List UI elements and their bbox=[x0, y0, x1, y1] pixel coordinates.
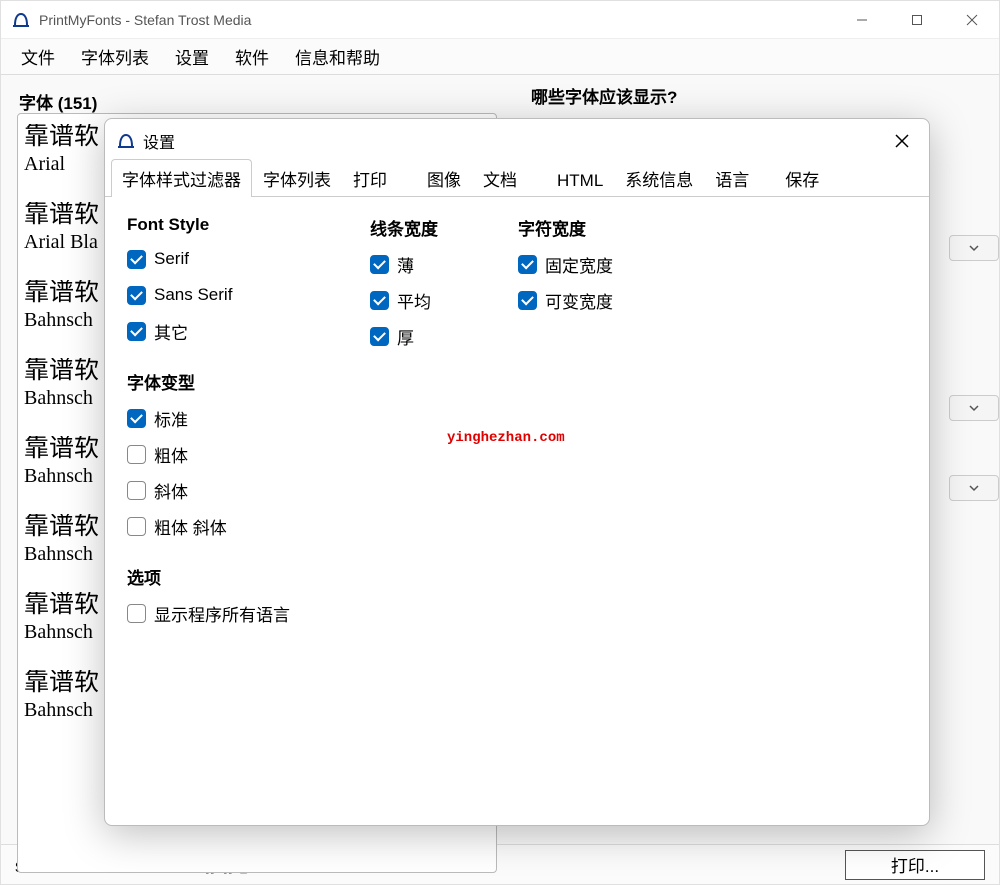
app-icon bbox=[11, 10, 31, 30]
menu-help[interactable]: 信息和帮助 bbox=[283, 38, 392, 75]
tabstrip: 字体样式过滤器 字体列表 打印 图像 文档 HTML 系统信息 语言 保存 bbox=[105, 163, 929, 197]
column-font-style: Font Style Serif Sans Serif 其它 字体变型 标准 粗… bbox=[127, 215, 290, 807]
fonts-header: 字体 (151) bbox=[19, 89, 981, 114]
checkbox-icon bbox=[518, 291, 537, 310]
close-icon bbox=[895, 134, 909, 148]
checkbox-thick[interactable]: 厚 bbox=[370, 320, 438, 352]
watermark: yinghezhan.com bbox=[447, 430, 565, 446]
column-char-width: 字符宽度 固定宽度 可变宽度 bbox=[518, 215, 613, 807]
checkbox-icon bbox=[127, 409, 146, 428]
checkbox-label: 其它 bbox=[154, 319, 188, 344]
column-line-width: 线条宽度 薄 平均 厚 bbox=[370, 215, 438, 807]
menu-software[interactable]: 软件 bbox=[223, 38, 281, 75]
titlebar: PrintMyFonts - Stefan Trost Media bbox=[1, 1, 999, 39]
close-button[interactable] bbox=[944, 1, 999, 39]
window-title: PrintMyFonts - Stefan Trost Media bbox=[39, 12, 251, 28]
dialog-titlebar: 设置 bbox=[105, 119, 929, 163]
menu-fontlist[interactable]: 字体列表 bbox=[69, 38, 161, 75]
checkbox-label: 可变宽度 bbox=[545, 288, 613, 313]
checkbox-fixed-width[interactable]: 固定宽度 bbox=[518, 248, 613, 280]
tab-system-info[interactable]: 系统信息 bbox=[614, 159, 704, 197]
tab-save[interactable]: 保存 bbox=[774, 159, 830, 197]
checkbox-label: 粗体 斜体 bbox=[154, 514, 227, 539]
chevron-down-icon bbox=[968, 242, 980, 254]
checkbox-icon bbox=[127, 481, 146, 500]
checkbox-label: 固定宽度 bbox=[545, 252, 613, 277]
group-title-variant: 字体变型 bbox=[127, 369, 290, 394]
checkbox-label: 粗体 bbox=[154, 442, 188, 467]
tab-font-style-filter[interactable]: 字体样式过滤器 bbox=[111, 159, 252, 197]
checkbox-label: 厚 bbox=[397, 324, 414, 349]
checkbox-label: Sans Serif bbox=[154, 285, 232, 305]
print-button[interactable]: 打印... bbox=[845, 850, 985, 880]
checkbox-icon bbox=[518, 255, 537, 274]
checkbox-standard[interactable]: 标准 bbox=[127, 402, 290, 434]
checkbox-icon bbox=[127, 445, 146, 464]
checkbox-average[interactable]: 平均 bbox=[370, 284, 438, 316]
minimize-button[interactable] bbox=[834, 1, 889, 39]
checkbox-variable-width[interactable]: 可变宽度 bbox=[518, 284, 613, 316]
dropdown-toggle[interactable] bbox=[949, 475, 999, 501]
checkbox-serif[interactable]: Serif bbox=[127, 243, 290, 275]
checkbox-icon bbox=[127, 604, 146, 623]
group-title-line-width: 线条宽度 bbox=[370, 215, 438, 240]
display-header: 哪些字体应该显示? bbox=[531, 83, 677, 108]
checkbox-show-all-languages[interactable]: 显示程序所有语言 bbox=[127, 597, 290, 629]
tab-font-list[interactable]: 字体列表 bbox=[252, 159, 342, 197]
dropdown-toggle[interactable] bbox=[949, 235, 999, 261]
checkbox-label: 斜体 bbox=[154, 478, 188, 503]
checkbox-icon bbox=[127, 250, 146, 269]
checkbox-icon bbox=[370, 291, 389, 310]
chevron-down-icon bbox=[968, 402, 980, 414]
checkbox-sans-serif[interactable]: Sans Serif bbox=[127, 279, 290, 311]
checkbox-icon bbox=[127, 322, 146, 341]
group-title-char-width: 字符宽度 bbox=[518, 215, 613, 240]
dialog-body: Font Style Serif Sans Serif 其它 字体变型 标准 粗… bbox=[105, 197, 929, 825]
checkbox-thin[interactable]: 薄 bbox=[370, 248, 438, 280]
tab-language[interactable]: 语言 bbox=[704, 159, 760, 197]
checkbox-label: 薄 bbox=[397, 252, 414, 277]
checkbox-icon bbox=[370, 255, 389, 274]
checkbox-bold[interactable]: 粗体 bbox=[127, 438, 290, 470]
checkbox-label: 平均 bbox=[397, 288, 431, 313]
chevron-down-icon bbox=[968, 482, 980, 494]
settings-dialog: 设置 字体样式过滤器 字体列表 打印 图像 文档 HTML 系统信息 语言 保存… bbox=[104, 118, 930, 826]
menubar: 文件 字体列表 设置 软件 信息和帮助 bbox=[1, 39, 999, 75]
tab-print[interactable]: 打印 bbox=[342, 159, 398, 197]
menu-settings[interactable]: 设置 bbox=[163, 38, 221, 75]
checkbox-icon bbox=[127, 517, 146, 536]
maximize-button[interactable] bbox=[889, 1, 944, 39]
tab-html[interactable]: HTML bbox=[546, 164, 614, 197]
group-title-options: 选项 bbox=[127, 564, 290, 589]
checkbox-label: 标准 bbox=[154, 406, 188, 431]
checkbox-label: 显示程序所有语言 bbox=[154, 601, 290, 626]
checkbox-other[interactable]: 其它 bbox=[127, 315, 290, 347]
app-icon bbox=[117, 132, 135, 150]
dropdown-toggle[interactable] bbox=[949, 395, 999, 421]
group-title-font-style: Font Style bbox=[127, 215, 290, 235]
checkbox-icon bbox=[127, 286, 146, 305]
checkbox-label: Serif bbox=[154, 249, 189, 269]
checkbox-italic[interactable]: 斜体 bbox=[127, 474, 290, 506]
dialog-title: 设置 bbox=[143, 129, 175, 153]
checkbox-icon bbox=[370, 327, 389, 346]
tab-document[interactable]: 文档 bbox=[472, 159, 528, 197]
tab-image[interactable]: 图像 bbox=[416, 159, 472, 197]
dialog-close-button[interactable] bbox=[887, 126, 917, 156]
checkbox-bold-italic[interactable]: 粗体 斜体 bbox=[127, 510, 290, 542]
menu-file[interactable]: 文件 bbox=[9, 38, 67, 75]
